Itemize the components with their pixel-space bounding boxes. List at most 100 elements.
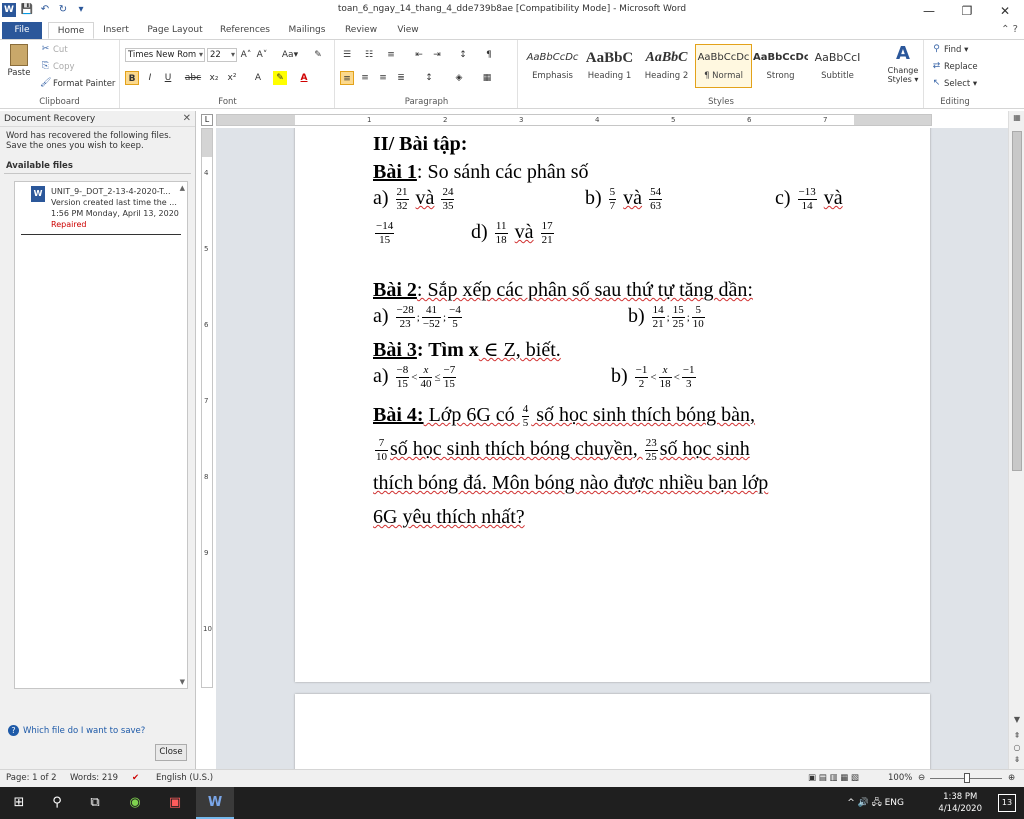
- zoom-out-icon[interactable]: ⊖: [918, 773, 925, 783]
- strikethrough-button[interactable]: abc: [183, 71, 203, 85]
- replace-button[interactable]: ⇄ Replace: [931, 61, 978, 72]
- bullets-icon[interactable]: ☰: [340, 48, 354, 62]
- grow-font-button[interactable]: A˄: [239, 48, 253, 62]
- app-icon[interactable]: ▣: [156, 787, 194, 819]
- style-emphasis[interactable]: AaBbCcDc Emphasis: [524, 44, 581, 88]
- style-heading-1[interactable]: AaBbC Heading 1: [581, 44, 638, 88]
- shrink-font-button[interactable]: A˅: [255, 48, 269, 62]
- minimize-button[interactable]: —: [910, 0, 948, 22]
- tab-review[interactable]: Review: [338, 22, 384, 39]
- find-button[interactable]: ⚲ Find ▾: [931, 44, 968, 55]
- horizontal-ruler[interactable]: 1 2 3 4 5 6 7: [216, 114, 932, 126]
- browse-object-icon[interactable]: ○: [1009, 743, 1024, 752]
- underline-button[interactable]: U: [161, 71, 175, 85]
- tab-selector[interactable]: L: [201, 114, 213, 126]
- style-subtitle[interactable]: AaBbCcI Subtitle: [809, 44, 866, 88]
- paste-button[interactable]: Paste: [4, 42, 34, 78]
- copy-button[interactable]: ⎘ Copy: [40, 61, 75, 72]
- zoom-slider-handle[interactable]: [964, 773, 970, 783]
- style-normal[interactable]: AaBbCcDc ¶ Normal: [695, 44, 752, 88]
- tab-references[interactable]: References: [214, 22, 276, 39]
- scroll-down-arrow-icon[interactable]: ▼: [1009, 715, 1024, 724]
- document-canvas[interactable]: II/ Bài tập: Bài 1: So sánh các phân số …: [216, 128, 1008, 769]
- numbering-icon[interactable]: ☷: [362, 48, 376, 62]
- scrollbar-thumb[interactable]: [1012, 131, 1022, 471]
- help-icon[interactable]: ⌃ ?: [1001, 24, 1018, 35]
- replace-icon: ⇄: [932, 61, 941, 71]
- multilevel-list-icon[interactable]: ≡: [384, 48, 398, 62]
- restore-button[interactable]: ❐: [948, 0, 986, 22]
- page-2[interactable]: [295, 694, 930, 769]
- view-buttons-icon[interactable]: ▣ ▤ ▥ ▦ ▧: [808, 773, 859, 783]
- recovered-file-version: Version created last time the ...: [51, 198, 177, 207]
- cut-button[interactable]: ✂ Cut: [40, 44, 68, 55]
- font-color-icon[interactable]: A: [297, 71, 311, 85]
- language-indicator[interactable]: English (U.S.): [156, 773, 213, 783]
- style-heading-2[interactable]: AaBbC Heading 2: [638, 44, 695, 88]
- sort-icon[interactable]: ↕: [456, 48, 470, 62]
- scroll-up-icon[interactable]: ▲: [180, 184, 185, 192]
- shading-icon[interactable]: ◈: [452, 71, 466, 85]
- word-taskbar-icon[interactable]: W: [196, 787, 234, 819]
- styles-gallery: AaBbCcDc Emphasis AaBbC Heading 1 AaBbC …: [524, 44, 866, 88]
- notification-icon[interactable]: 13: [998, 794, 1016, 812]
- document-body[interactable]: II/ Bài tập: Bài 1: So sánh các phân số …: [373, 132, 893, 534]
- font-family-combo[interactable]: Times New Rom: [125, 48, 205, 62]
- format-painter-button[interactable]: 🖌 Format Painter: [40, 78, 115, 89]
- page-count[interactable]: Page: 1 of 2: [6, 773, 57, 783]
- browser-icon[interactable]: ◉: [116, 787, 154, 819]
- tab-view[interactable]: View: [388, 22, 428, 39]
- which-file-help-link[interactable]: ? Which file do I want to save?: [8, 725, 145, 736]
- clock[interactable]: 1:38 PM 4/14/2020: [938, 791, 982, 815]
- align-left-icon[interactable]: ≡: [340, 71, 354, 85]
- increase-indent-icon[interactable]: ⇥: [430, 48, 444, 62]
- tab-file[interactable]: File: [2, 22, 42, 39]
- style-strong[interactable]: AaBbCcDc Strong: [752, 44, 809, 88]
- fraction: x 18: [658, 364, 672, 390]
- bold-button[interactable]: B: [125, 71, 139, 85]
- change-case-button[interactable]: Aa▾: [279, 48, 301, 62]
- justify-icon[interactable]: ≣: [394, 71, 408, 85]
- italic-button[interactable]: I: [143, 71, 157, 85]
- previous-page-icon[interactable]: ⇞: [1009, 731, 1024, 740]
- show-marks-icon[interactable]: ¶: [482, 48, 496, 62]
- vertical-ruler[interactable]: 4 5 6 7 8 9 10: [201, 128, 213, 688]
- select-button[interactable]: ↖ Select ▾: [931, 78, 977, 89]
- close-recovery-button[interactable]: Close: [155, 744, 187, 761]
- ruler-mark: 7: [823, 116, 828, 124]
- windows-start-icon[interactable]: ⊞: [0, 787, 38, 819]
- clear-formatting-button[interactable]: ✎: [311, 48, 325, 62]
- task-view-icon[interactable]: ⧉: [76, 787, 114, 819]
- recovered-file-item[interactable]: W UNIT_9-_DOT_2-13-4-2020-T... Version c…: [21, 182, 181, 235]
- cursor-icon: ↖: [932, 78, 941, 88]
- next-page-icon[interactable]: ⇟: [1009, 755, 1024, 764]
- close-window-button[interactable]: ✕: [986, 0, 1024, 22]
- change-styles-button[interactable]: A Change Styles ▾: [884, 44, 922, 85]
- tab-page-layout[interactable]: Page Layout: [140, 22, 210, 39]
- system-tray[interactable]: ^ 🔊 🖧 ENG: [847, 787, 904, 819]
- search-icon[interactable]: ⚲: [38, 787, 76, 819]
- align-center-icon[interactable]: ≡: [358, 71, 372, 85]
- decrease-indent-icon[interactable]: ⇤: [412, 48, 426, 62]
- vertical-scrollbar[interactable]: ▦ ▼ ⇞ ○ ⇟: [1008, 111, 1024, 769]
- tab-mailings[interactable]: Mailings: [280, 22, 334, 39]
- highlight-icon[interactable]: ✎: [273, 71, 287, 85]
- align-right-icon[interactable]: ≡: [376, 71, 390, 85]
- tab-insert[interactable]: Insert: [96, 22, 136, 39]
- ruler-toggle-icon[interactable]: ▦: [1009, 113, 1024, 122]
- fraction: 23 25: [644, 436, 658, 463]
- font-size-combo[interactable]: 22: [207, 48, 237, 62]
- text-effects-icon[interactable]: A: [251, 71, 265, 85]
- borders-icon[interactable]: ▦: [480, 71, 494, 85]
- close-icon[interactable]: ✕: [183, 113, 191, 124]
- zoom-level[interactable]: 100%: [888, 773, 912, 783]
- scroll-down-icon[interactable]: ▼: [180, 678, 185, 686]
- word-count[interactable]: Words: 219: [70, 773, 118, 783]
- zoom-in-icon[interactable]: ⊕: [1008, 773, 1015, 783]
- subscript-button[interactable]: x₂: [207, 71, 221, 85]
- page-1[interactable]: II/ Bài tập: Bài 1: So sánh các phân số …: [295, 128, 930, 682]
- proofing-icon[interactable]: ✔: [132, 773, 139, 783]
- line-spacing-icon[interactable]: ↕: [422, 71, 436, 85]
- tab-home[interactable]: Home: [48, 22, 94, 39]
- superscript-button[interactable]: x²: [225, 71, 239, 85]
